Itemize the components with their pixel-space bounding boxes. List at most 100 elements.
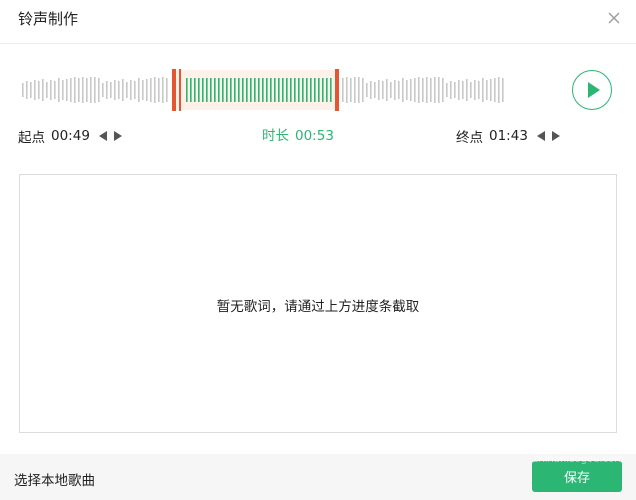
- selection-region: [176, 70, 338, 110]
- waveform-bar: [78, 78, 80, 102]
- waveform-bar: [350, 78, 352, 102]
- waveform-bar: [198, 78, 200, 102]
- waveform-bar: [218, 78, 220, 102]
- waveform-bar: [478, 81, 480, 99]
- waveform-bar: [222, 78, 224, 102]
- waveform-bar: [150, 78, 152, 102]
- waveform-bar: [90, 77, 92, 103]
- waveform-bar: [282, 78, 284, 102]
- close-icon: [608, 12, 620, 24]
- waveform-bar: [234, 78, 236, 102]
- waveform-bar: [382, 81, 384, 99]
- end-handle[interactable]: [335, 69, 339, 111]
- waveform-bar: [354, 77, 356, 103]
- waveform-bar: [290, 78, 292, 102]
- waveform-bar: [94, 77, 96, 103]
- waveform-bar: [318, 78, 320, 102]
- waveform-bar: [162, 77, 164, 103]
- waveform-bar: [154, 77, 156, 103]
- play-icon: [588, 82, 600, 98]
- waveform-bar: [158, 78, 160, 102]
- waveform-bar: [166, 78, 168, 102]
- waveform-bar: [146, 79, 148, 101]
- waveform-bar: [394, 80, 396, 100]
- waveform-bar: [226, 78, 228, 102]
- play-button[interactable]: [572, 70, 612, 110]
- waveform-bar: [266, 78, 268, 102]
- waveform-bar: [42, 79, 44, 101]
- waveform-bar: [306, 78, 308, 102]
- waveform-bar: [498, 77, 500, 103]
- waveform-bar: [254, 78, 256, 102]
- duration: 时长 00:53: [262, 126, 334, 146]
- start-next-button[interactable]: [113, 130, 123, 142]
- waveform-bar: [86, 78, 88, 102]
- waveform-bar: [454, 82, 456, 98]
- waveform-bar: [70, 78, 72, 102]
- waveform-bar: [138, 78, 140, 102]
- waveform-bar: [202, 78, 204, 102]
- end-prev-button[interactable]: [536, 130, 546, 142]
- waveform-bar: [250, 78, 252, 102]
- waveform-bar: [142, 80, 144, 100]
- select-local-song-link[interactable]: 选择本地歌曲: [14, 469, 95, 489]
- waveform-bar: [54, 81, 56, 99]
- waveform-bar: [210, 78, 212, 102]
- right-arrow-icon: [551, 131, 560, 141]
- waveform-bar: [102, 83, 104, 97]
- waveform-bar: [370, 81, 372, 99]
- waveform-bar: [206, 78, 208, 102]
- start-label: 起点: [18, 130, 45, 146]
- lyrics-empty-message: 暂无歌词，请通过上方进度条截取: [216, 299, 420, 315]
- waveform-bar: [486, 80, 488, 100]
- left-arrow-icon: [98, 131, 107, 141]
- footer-bar: 选择本地歌曲 保存: [0, 454, 636, 500]
- waveform-bar: [26, 81, 28, 99]
- waveform[interactable]: [18, 66, 508, 114]
- waveform-bar: [242, 78, 244, 102]
- end-time: 01:43: [489, 128, 528, 144]
- waveform-bar: [386, 79, 388, 101]
- start-point: 起点 00:49: [18, 126, 123, 146]
- waveform-bar: [362, 78, 364, 102]
- waveform-bar: [134, 81, 136, 99]
- save-button[interactable]: 保存: [532, 461, 622, 492]
- waveform-svg[interactable]: [18, 66, 508, 114]
- waveform-bar: [366, 83, 368, 97]
- waveform-bar: [346, 77, 348, 103]
- waveform-bar: [98, 78, 100, 102]
- waveform-bar: [470, 82, 472, 98]
- waveform-bar: [474, 80, 476, 100]
- waveform-bar: [374, 82, 376, 98]
- waveform-bar: [490, 79, 492, 101]
- right-arrow-icon: [113, 131, 122, 141]
- start-time: 00:49: [51, 128, 90, 144]
- waveform-bar: [230, 78, 232, 102]
- waveform-bar: [430, 78, 432, 102]
- end-label: 终点: [456, 130, 483, 146]
- duration-time: 00:53: [295, 128, 334, 144]
- waveform-bar: [406, 80, 408, 100]
- start-prev-button[interactable]: [98, 130, 108, 142]
- waveform-bar: [118, 81, 120, 99]
- waveform-bar: [270, 78, 272, 102]
- waveform-bar: [466, 79, 468, 101]
- window-title: 铃声制作: [18, 10, 79, 28]
- waveform-bar: [398, 81, 400, 99]
- waveform-bar: [130, 80, 132, 100]
- waveform-bar: [358, 77, 360, 103]
- waveform-bar: [322, 78, 324, 102]
- start-handle[interactable]: [172, 69, 176, 111]
- waveform-bar: [302, 78, 304, 102]
- waveform-bar: [426, 77, 428, 103]
- close-button[interactable]: [608, 12, 620, 24]
- waveform-bar: [278, 78, 280, 102]
- waveform-bar: [294, 78, 296, 102]
- end-next-button[interactable]: [551, 130, 561, 142]
- waveform-bar: [194, 78, 196, 102]
- waveform-bar: [434, 77, 436, 103]
- waveform-bar: [74, 77, 76, 103]
- duration-label: 时长: [262, 128, 289, 144]
- start-handle-inner[interactable]: [179, 69, 181, 111]
- waveform-bar: [482, 78, 484, 102]
